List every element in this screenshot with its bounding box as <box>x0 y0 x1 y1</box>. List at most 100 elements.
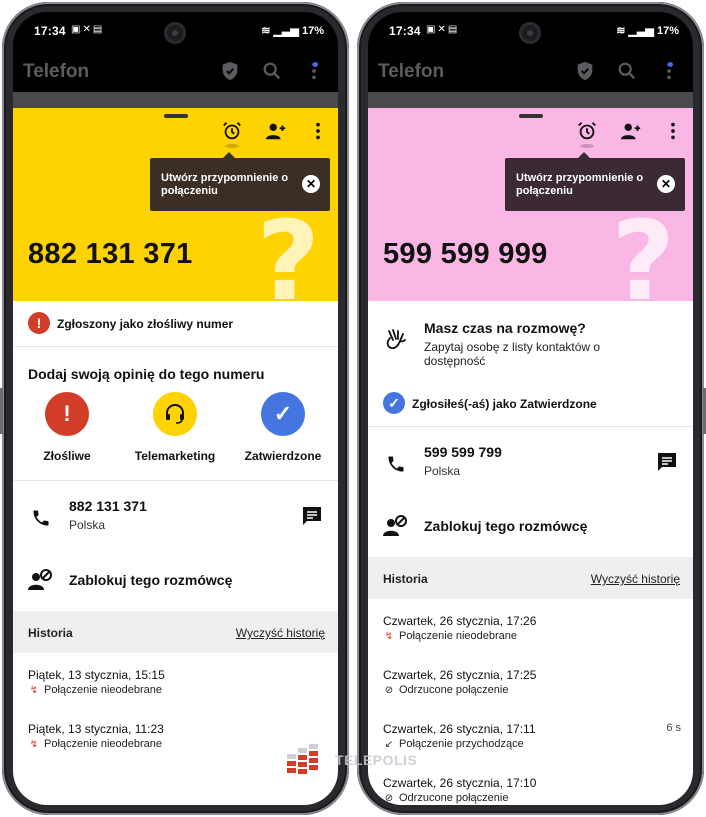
history-header: Historia Wyczyść historię <box>13 611 338 653</box>
history-status: ↯ Połączenie nieodebrane <box>29 738 163 750</box>
contact-row[interactable]: 599 599 799 Polska <box>368 444 693 494</box>
watermark-text: TELEPOLIS <box>335 752 418 768</box>
alarm-clock-icon[interactable] <box>576 120 598 142</box>
status-bar: 17:34 ▣✕▤ ≋ ▁▃▅ 17% <box>13 12 338 48</box>
approved-flag: ✓ Zgłosiłeś(-aś) jako Zatwierdzone <box>383 392 683 416</box>
more-vert-icon[interactable] <box>662 120 684 142</box>
history-date: Czwartek, 26 stycznia, 17:26 <box>383 614 537 628</box>
side-button <box>0 388 3 434</box>
history-date: Piątek, 13 stycznia, 15:15 <box>28 668 165 682</box>
missed-call-icon: ↯ <box>29 685 39 696</box>
drag-handle[interactable] <box>519 114 543 118</box>
history-item[interactable]: Czwartek, 26 stycznia, 17:25 ⊘ Odrzucone … <box>383 668 681 704</box>
block-caller-button[interactable]: Zablokuj tego rozmówcę <box>13 566 338 596</box>
history-item[interactable]: Czwartek, 26 stycznia, 17:10 ⊘ Odrzucone … <box>383 776 681 805</box>
history-date: Czwartek, 26 stycznia, 17:25 <box>383 668 537 682</box>
history-item[interactable]: Czwartek, 26 stycznia, 17:26 ↯ Połączenie… <box>383 614 681 650</box>
clear-history-link[interactable]: Wyczyść historię <box>236 626 325 640</box>
opinion-telemarketing-button[interactable]: Telemarketing <box>125 392 225 463</box>
opinion-title: Dodaj swoją opinię do tego numeru <box>28 366 265 382</box>
block-caller-button[interactable]: Zablokuj tego rozmówcę <box>368 512 693 542</box>
status-right: ≋ ▁▃▅ 17% <box>616 24 679 37</box>
history-title: Historia <box>383 572 428 586</box>
headset-icon <box>153 392 197 436</box>
telepolis-logo-icon <box>287 744 318 774</box>
app-title: Telefon <box>378 61 445 82</box>
status-right: ≋ ▁▃▅ 17% <box>261 24 324 37</box>
divider <box>368 426 693 427</box>
right-screen: 17:34 ▣✕▤ ≋ ▁▃▅ 17% Telefon ? Utwórz prz… <box>368 12 693 805</box>
check-icon: ✓ <box>261 392 305 436</box>
wifi-icon: ≋ <box>261 25 271 37</box>
history-item[interactable]: Piątek, 13 stycznia, 15:15 ↯ Połączenie n… <box>28 668 326 704</box>
exclamation-icon: ! <box>45 392 89 436</box>
caller-header: ? Utwórz przypomnienie o połączeniu ✕ 88… <box>13 108 338 301</box>
status-bar: 17:34 ▣✕▤ ≋ ▁▃▅ 17% <box>368 12 693 48</box>
phone-icon <box>33 510 49 526</box>
clear-history-link[interactable]: Wyczyść historię <box>591 572 680 586</box>
exclamation-icon: ! <box>28 312 50 334</box>
shield-icon[interactable] <box>219 60 241 82</box>
notification-icons: ▣✕▤ <box>426 24 460 35</box>
message-icon[interactable] <box>655 450 679 474</box>
add-contact-icon[interactable] <box>265 120 287 142</box>
opinion-malicious-button[interactable]: ! Złośliwe <box>17 392 117 463</box>
opinion-label: Złośliwe <box>43 449 91 463</box>
opinion-label: Zatwierdzone <box>244 449 322 463</box>
close-icon[interactable]: ✕ <box>302 175 320 193</box>
divider <box>13 346 338 347</box>
question-mark-icon: ? <box>256 197 320 301</box>
history-title: Historia <box>28 626 73 640</box>
rejected-call-icon: ⊘ <box>384 793 394 804</box>
rejected-call-icon: ⊘ <box>384 685 394 696</box>
block-label: Zablokuj tego rozmówcę <box>69 572 233 588</box>
tooltip-text: Utwórz przypomnienie o połączeniu <box>516 172 644 197</box>
shield-icon[interactable] <box>574 60 596 82</box>
history-status: ↯ Połączenie nieodebrane <box>384 630 518 642</box>
close-icon[interactable]: ✕ <box>657 175 675 193</box>
notification-icons: ▣✕▤ <box>71 24 105 35</box>
history-header: Historia Wyczyść historię <box>368 557 693 599</box>
more-vert-icon[interactable] <box>307 120 329 142</box>
flag-label: Zgłosiłeś(-aś) jako Zatwierdzone <box>412 397 597 411</box>
caller-info-sheet: ? Utwórz przypomnienie o połączeniu ✕ 88… <box>13 108 338 805</box>
notification-dot <box>313 62 318 67</box>
message-icon[interactable] <box>300 504 324 528</box>
caller-number: 882 131 371 <box>28 238 193 270</box>
search-icon[interactable] <box>261 60 283 82</box>
history-date: Piątek, 13 stycznia, 11:23 <box>28 722 164 736</box>
malicious-flag: ! Zgłoszony jako złośliwy numer <box>28 312 328 336</box>
block-label: Zablokuj tego rozmówcę <box>424 518 588 534</box>
availability-request[interactable]: Masz czas na rozmowę? Zapytaj osobę z li… <box>368 320 693 380</box>
reminder-tooltip: Utwórz przypomnienie o połączeniu ✕ <box>150 152 330 211</box>
caller-header: ? Utwórz przypomnienie o połączeniu ✕ 59… <box>368 108 693 301</box>
caller-info-sheet: ? Utwórz przypomnienie o połączeniu ✕ 59… <box>368 108 693 805</box>
contact-country: Polska <box>69 518 106 532</box>
tooltip-text: Utwórz przypomnienie o połączeniu <box>161 172 289 197</box>
signal-icon: ▁▃▅ <box>628 25 654 37</box>
drag-handle[interactable] <box>164 114 188 118</box>
history-status: ↯ Połączenie nieodebrane <box>29 684 163 696</box>
contact-row[interactable]: 882 131 371 Polska <box>13 498 338 548</box>
notification-dot <box>668 62 673 67</box>
left-phone: 17:34 ▣✕▤ ≋ ▁▃▅ 17% Telefon ? Utwórz prz… <box>0 2 349 815</box>
history-status: ⊘ Odrzucone połączenie <box>384 792 509 804</box>
status-time: 17:34 <box>389 24 421 38</box>
reminder-tooltip: Utwórz przypomnienie o połączeniu ✕ <box>505 152 685 211</box>
call-duration: 6 s <box>666 722 681 734</box>
battery-level: 17% <box>656 25 679 37</box>
left-screen: 17:34 ▣✕▤ ≋ ▁▃▅ 17% Telefon ? Utwórz prz… <box>13 12 338 805</box>
opinion-approved-button[interactable]: ✓ Zatwierdzone <box>233 392 333 463</box>
check-icon: ✓ <box>383 392 405 414</box>
history-date: Czwartek, 26 stycznia, 17:11 <box>383 722 536 736</box>
block-user-icon <box>383 515 407 536</box>
wifi-icon: ≋ <box>616 25 626 37</box>
add-contact-icon[interactable] <box>620 120 642 142</box>
flag-label: Zgłoszony jako złośliwy numer <box>57 317 234 331</box>
alarm-highlight <box>580 144 594 148</box>
history-item[interactable]: Piątek, 13 stycznia, 11:23 ↯ Połączenie n… <box>28 722 326 758</box>
search-icon[interactable] <box>616 60 638 82</box>
alarm-clock-icon[interactable] <box>221 120 243 142</box>
divider <box>13 480 338 481</box>
history-item[interactable]: Czwartek, 26 stycznia, 17:11 6 s ↙ Połącz… <box>383 722 681 758</box>
